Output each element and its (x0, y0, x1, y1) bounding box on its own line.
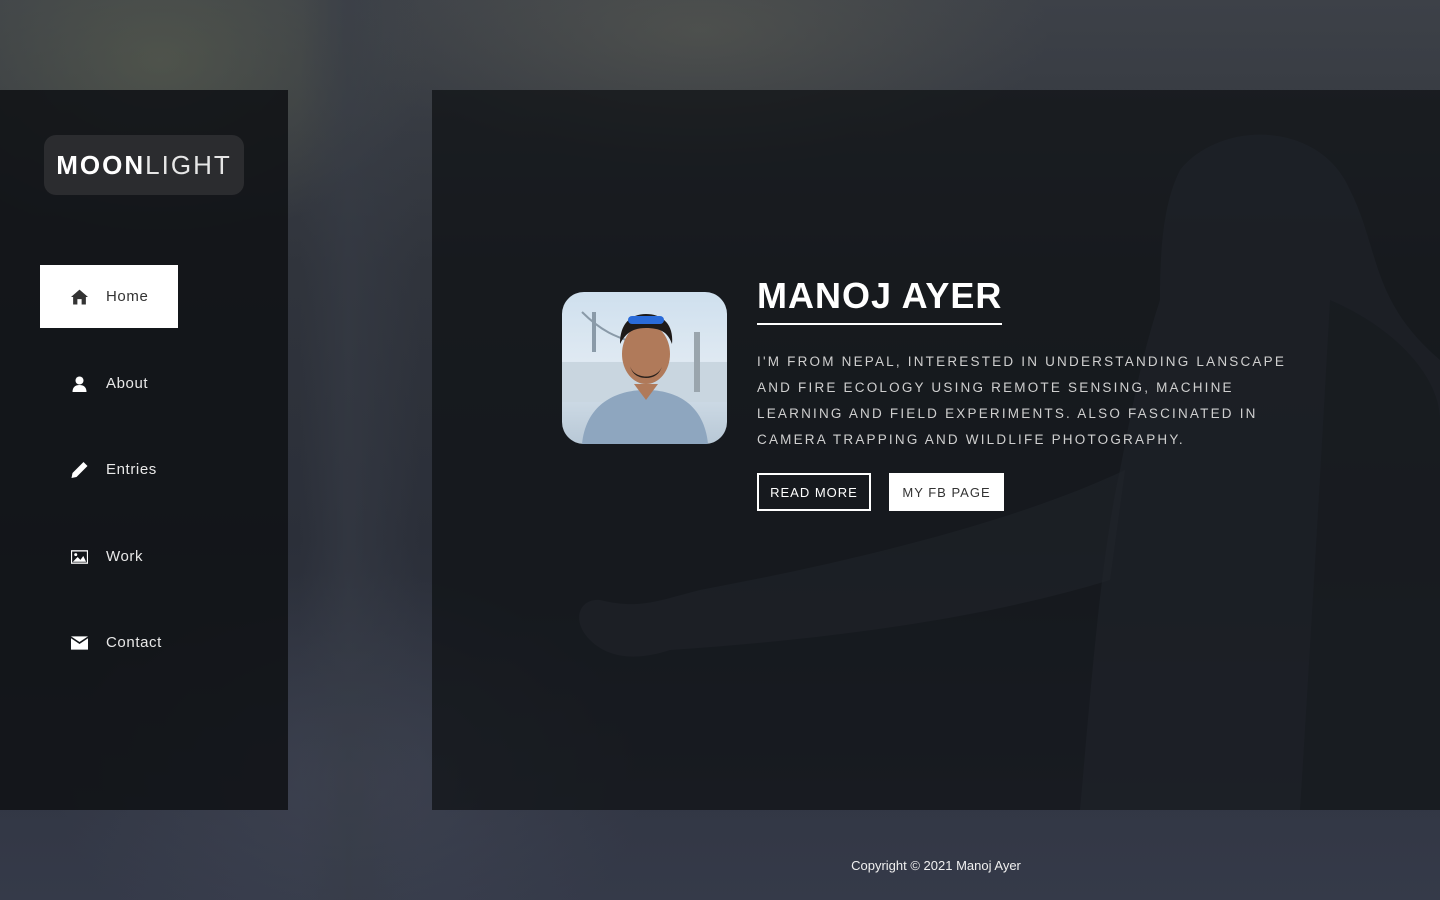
image-icon (70, 549, 88, 565)
logo-light-text: LIGHT (145, 149, 232, 180)
nav-item-label: About (106, 375, 149, 392)
read-more-button[interactable]: READ MORE (757, 473, 871, 511)
footer-copyright: Copyright © 2021 Manoj Ayer (851, 858, 1021, 873)
user-icon (70, 376, 88, 392)
profile-bio: I'M FROM NEPAL, INTERESTED IN UNDERSTAND… (757, 354, 1287, 447)
nav-item-label: Work (106, 548, 144, 565)
nav-item-label: Contact (106, 634, 162, 651)
pencil-icon (70, 461, 88, 478)
home-icon (70, 289, 88, 305)
nav-item-contact[interactable]: Contact (40, 611, 178, 674)
logo-bold-text: MOON (56, 149, 146, 180)
profile-photo (562, 311, 727, 444)
envelope-icon (70, 635, 88, 651)
nav-item-label: Entries (106, 461, 157, 478)
nav-item-about[interactable]: About (40, 352, 178, 415)
profile-avatar (562, 292, 727, 444)
nav-item-label: Home (106, 288, 149, 305)
main-content: MANOJ AYER I'M FROM NEPAL, INTERESTED IN… (432, 90, 1440, 810)
nav-item-entries[interactable]: Entries (40, 438, 178, 501)
fb-page-button[interactable]: MY FB PAGE (889, 473, 1004, 511)
nav-item-home[interactable]: Home (40, 265, 178, 328)
profile-name: MANOJ AYER (757, 275, 1003, 325)
sidebar: MOON LIGHT Home About Entries Work Conta… (0, 90, 288, 810)
nav-item-work[interactable]: Work (40, 525, 178, 588)
site-logo[interactable]: MOON LIGHT (44, 135, 244, 195)
